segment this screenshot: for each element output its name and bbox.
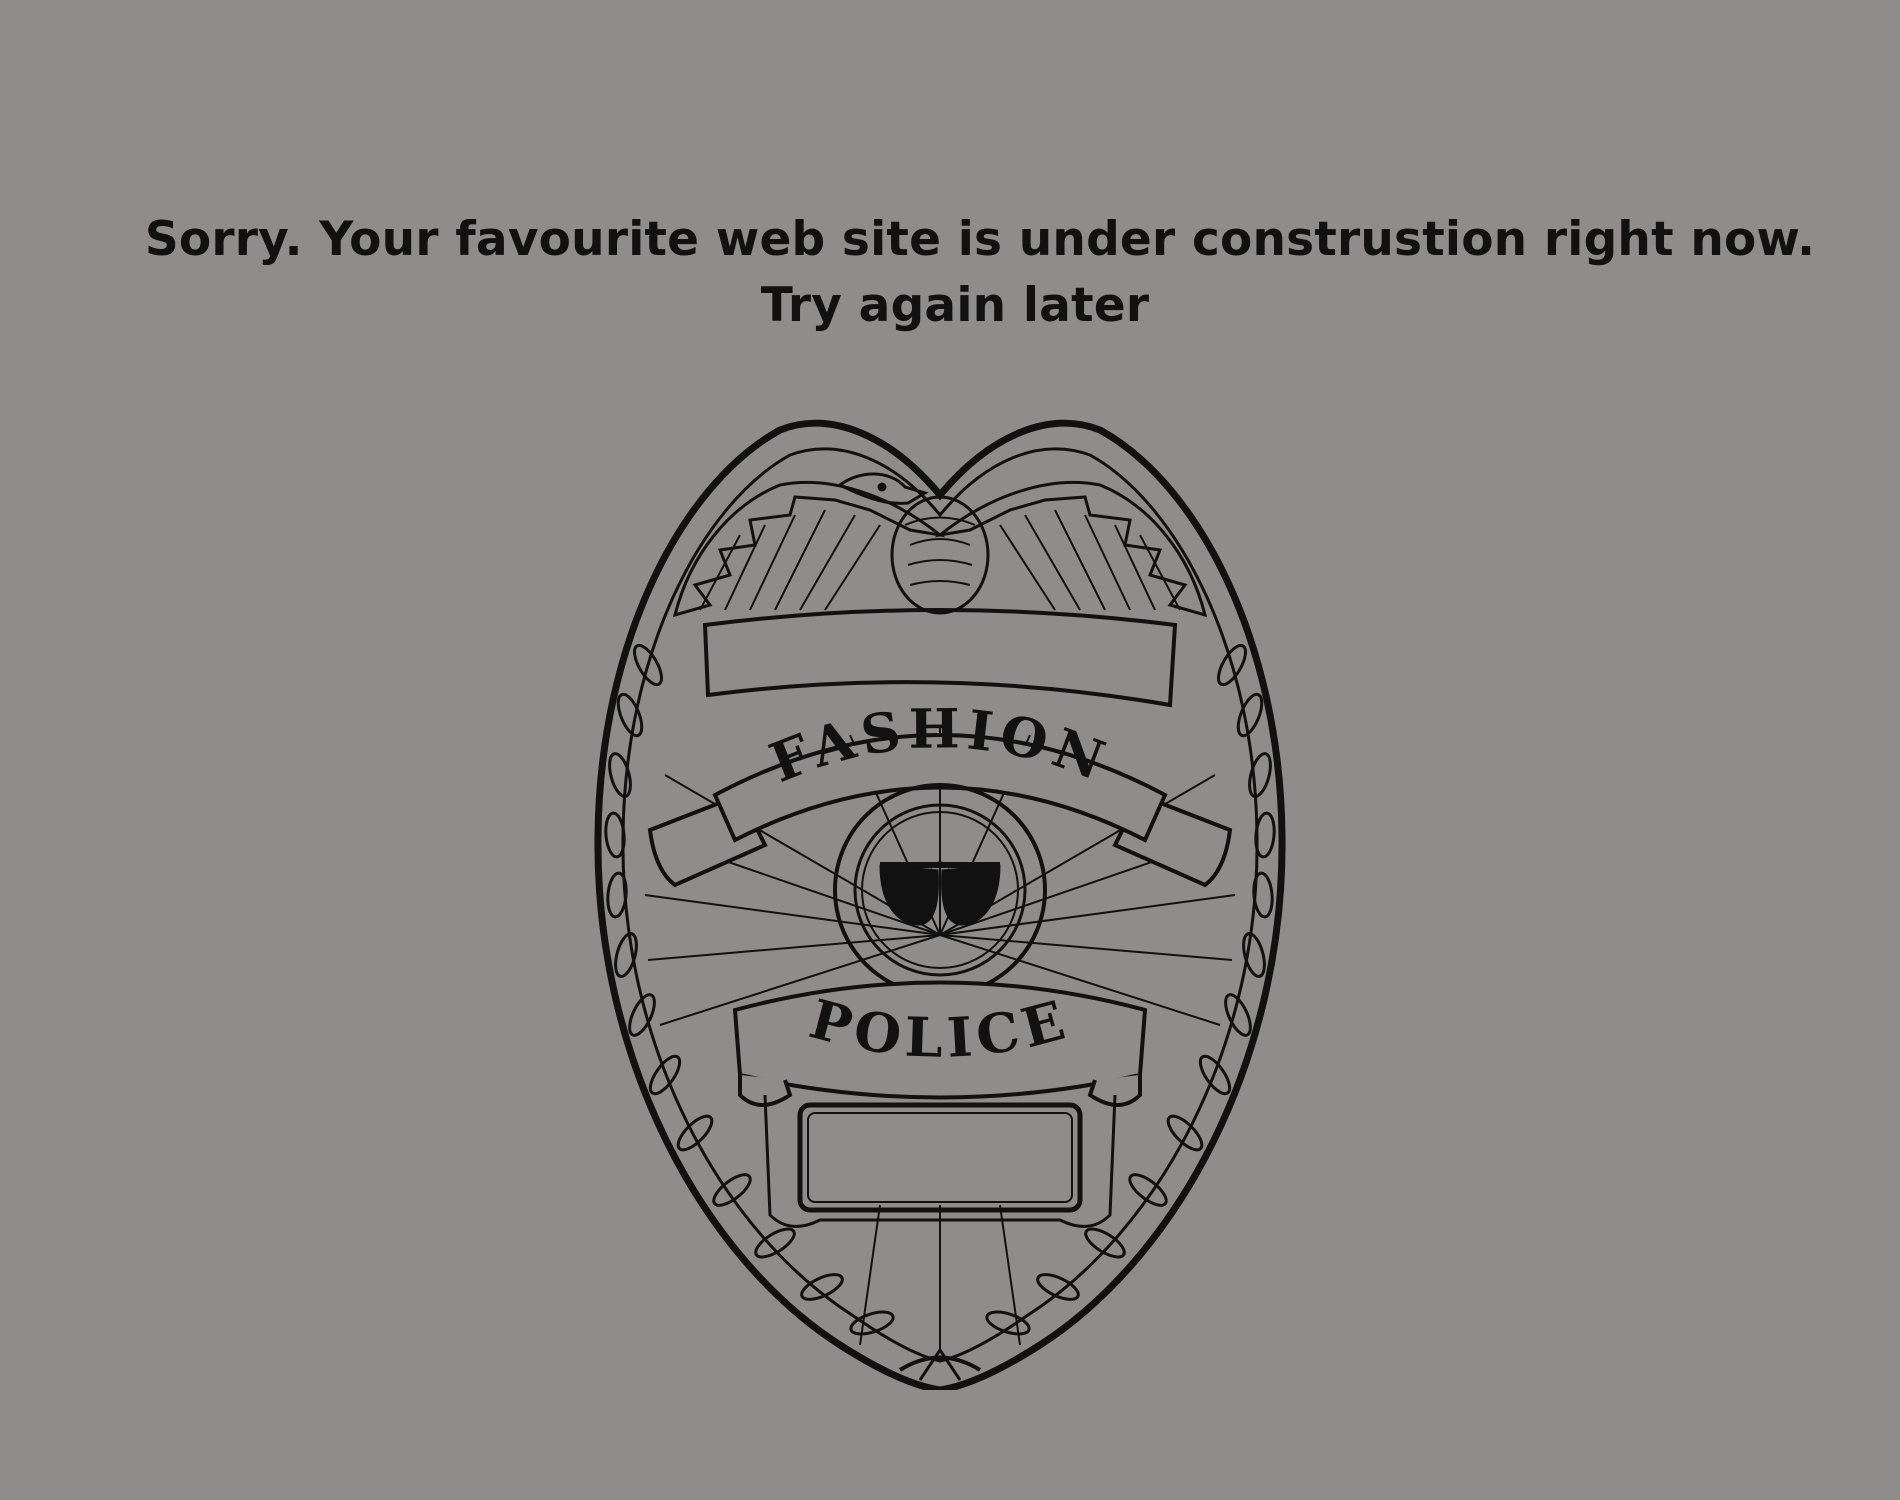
message-line-1: Sorry. Your favourite web site is under … — [144, 212, 1816, 267]
message-line-2: Try again later — [760, 278, 1150, 333]
top-banner — [702, 608, 1178, 708]
under-construction-message: Sorry. Your favourite web site is under … — [0, 207, 1900, 339]
fashion-police-badge: FASHION POLICE — [590, 415, 1290, 1390]
